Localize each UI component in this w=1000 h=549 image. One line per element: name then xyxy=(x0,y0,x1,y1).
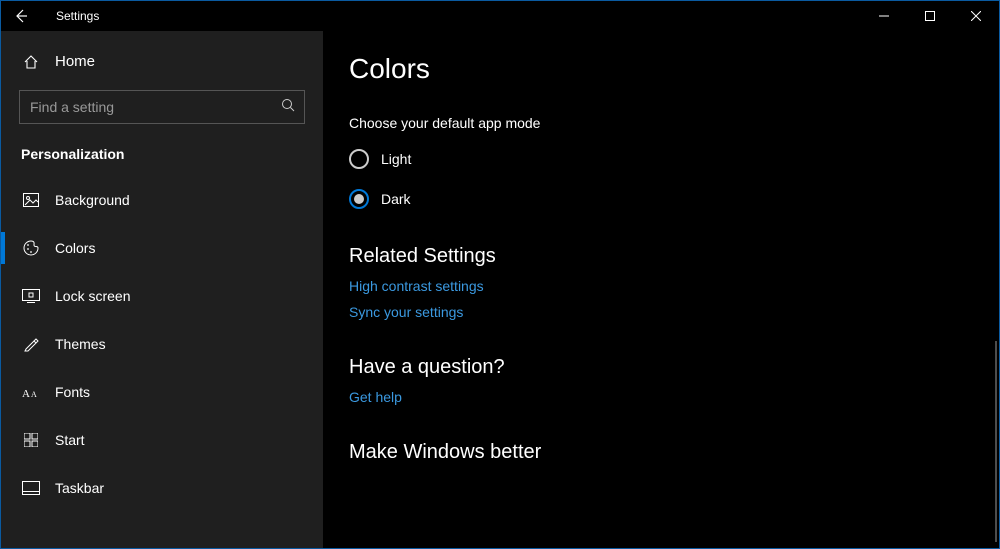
sidebar-item-lock-screen[interactable]: Lock screen xyxy=(1,272,323,320)
start-icon xyxy=(21,433,41,447)
body: Home Personalization Background Colo xyxy=(1,31,999,548)
app-mode-label: Choose your default app mode xyxy=(349,115,999,131)
sidebar-item-label: Start xyxy=(55,432,85,448)
sidebar-item-taskbar[interactable]: Taskbar xyxy=(1,464,323,512)
settings-window: Settings Home xyxy=(0,0,1000,549)
related-settings-title: Related Settings xyxy=(349,245,999,268)
close-icon xyxy=(971,11,981,21)
high-contrast-link[interactable]: High contrast settings xyxy=(349,278,999,294)
sidebar-item-label: Background xyxy=(55,192,130,208)
get-help-link[interactable]: Get help xyxy=(349,389,999,405)
picture-icon xyxy=(21,193,41,207)
window-title: Settings xyxy=(56,9,99,23)
arrow-left-icon xyxy=(13,8,29,24)
window-controls xyxy=(861,1,999,31)
palette-icon xyxy=(21,240,41,256)
back-button[interactable] xyxy=(1,1,41,31)
scrollbar[interactable] xyxy=(995,341,997,542)
svg-text:A: A xyxy=(22,388,30,399)
home-label: Home xyxy=(55,53,95,70)
radio-label: Light xyxy=(381,151,411,167)
radio-light[interactable]: Light xyxy=(349,149,999,169)
main-panel: Colors Choose your default app mode Ligh… xyxy=(323,31,999,548)
search-wrap xyxy=(19,90,305,124)
taskbar-icon xyxy=(21,481,41,495)
sidebar-item-colors[interactable]: Colors xyxy=(1,224,323,272)
category-header: Personalization xyxy=(1,142,323,176)
radio-dark[interactable]: Dark xyxy=(349,189,999,209)
make-better-title: Make Windows better xyxy=(349,441,999,464)
home-icon xyxy=(21,54,41,70)
lock-screen-icon xyxy=(21,289,41,303)
maximize-button[interactable] xyxy=(907,1,953,31)
search-input[interactable] xyxy=(19,90,305,124)
radio-icon xyxy=(349,149,369,169)
sidebar-item-start[interactable]: Start xyxy=(1,416,323,464)
themes-icon xyxy=(21,336,41,352)
fonts-icon: AA xyxy=(21,385,41,399)
sync-settings-link[interactable]: Sync your settings xyxy=(349,304,999,320)
page-title: Colors xyxy=(349,53,999,85)
minimize-button[interactable] xyxy=(861,1,907,31)
sidebar-item-background[interactable]: Background xyxy=(1,176,323,224)
sidebar-item-label: Lock screen xyxy=(55,288,130,304)
maximize-icon xyxy=(925,11,935,21)
home-link[interactable]: Home xyxy=(1,43,323,80)
titlebar: Settings xyxy=(1,1,999,31)
sidebar-item-label: Colors xyxy=(55,240,95,256)
question-title: Have a question? xyxy=(349,356,999,379)
sidebar-item-label: Taskbar xyxy=(55,480,104,496)
radio-label: Dark xyxy=(381,191,411,207)
titlebar-left: Settings xyxy=(1,1,99,31)
close-button[interactable] xyxy=(953,1,999,31)
sidebar-item-themes[interactable]: Themes xyxy=(1,320,323,368)
sidebar: Home Personalization Background Colo xyxy=(1,31,323,548)
sidebar-item-fonts[interactable]: AA Fonts xyxy=(1,368,323,416)
svg-text:A: A xyxy=(31,390,37,399)
radio-icon xyxy=(349,189,369,209)
sidebar-item-label: Themes xyxy=(55,336,106,352)
sidebar-item-label: Fonts xyxy=(55,384,90,400)
minimize-icon xyxy=(879,11,889,21)
